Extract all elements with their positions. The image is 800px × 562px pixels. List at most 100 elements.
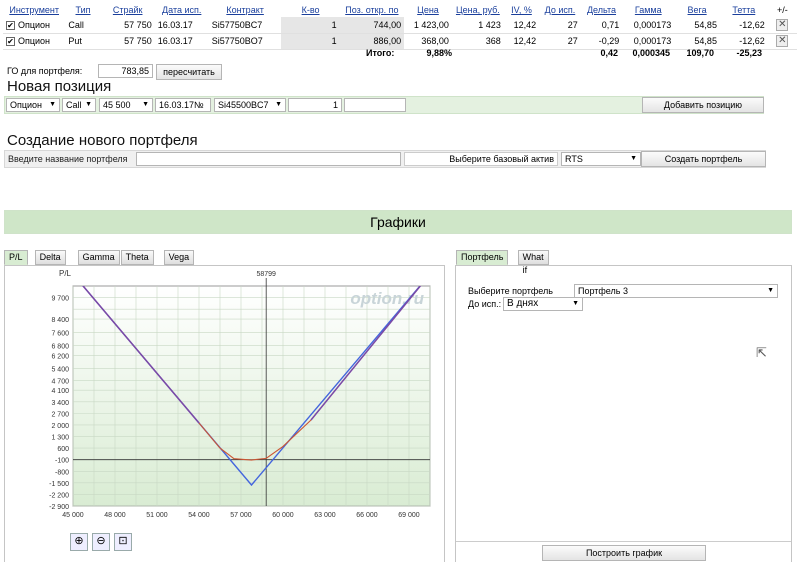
position-gamma: 0,000173 — [622, 33, 675, 50]
chart-tab[interactable]: Delta — [34, 250, 66, 265]
cell-value: 1 423,00 — [413, 19, 449, 30]
chart-tab[interactable]: P/L — [4, 250, 28, 265]
pl-chart: 9 700 8 400 7 600 6 800 6 200 5 400 4 700 4 100… — [49, 269, 431, 519]
new-strike-select[interactable]: 45 500 ▼ — [99, 98, 153, 112]
cell-value: 1 — [331, 36, 337, 46]
base-asset-label: Выберите базовый актив — [404, 152, 558, 166]
position-date: 16.03.17 — [154, 33, 209, 50]
x-tick-label: 57 000 — [230, 512, 252, 519]
y-tick-label: 2 700 — [51, 411, 69, 418]
new-instrument-select[interactable]: Опцион ▼ — [6, 98, 60, 112]
y-tick-label: 5 400 — [51, 367, 69, 374]
side-tab[interactable]: What if — [517, 250, 549, 275]
portfolio-select[interactable]: Портфель 3 ▼ — [574, 284, 778, 298]
y-tick-label: 9 700 — [51, 296, 69, 303]
checkbox[interactable]: ✔ — [6, 37, 15, 47]
cell-value: 1 423 — [478, 19, 501, 30]
expiry-select-value: В днях — [507, 298, 539, 309]
portfolio-name-input[interactable] — [136, 152, 401, 166]
cell-value: Si57750BC7 — [211, 19, 263, 30]
totals-value: 9,88% — [426, 48, 452, 58]
column-header[interactable]: До исп. — [539, 3, 581, 17]
totals-vega: 109,70 — [686, 48, 714, 58]
expiry-label: До исп.: — [468, 299, 502, 309]
current-price-label: 58799 — [256, 271, 276, 278]
cell-value: 0,71 — [601, 19, 620, 30]
column-header[interactable]: Дельта — [580, 3, 623, 17]
x-tick-label: 45 000 — [62, 512, 84, 519]
y-tick-label: 2 000 — [51, 423, 69, 430]
new-qty-field[interactable]: 1 — [288, 98, 342, 112]
chevron-down-icon: ▼ — [49, 101, 56, 108]
recalculate-button[interactable]: пересчитать — [156, 64, 222, 80]
column-header[interactable]: Страйк — [100, 3, 155, 17]
chart-tab[interactable]: Gamma — [77, 250, 120, 265]
y-tick-label: 7 600 — [51, 330, 69, 337]
chevron-down-icon: ▼ — [142, 101, 149, 108]
go-label: ГО для портфеля: — [7, 66, 83, 76]
column-header[interactable]: Тетта — [719, 3, 768, 17]
cell-value: Put — [68, 36, 82, 46]
column-header[interactable]: Гамма — [622, 3, 675, 17]
new-strike-value: 45 500 — [103, 100, 131, 110]
remove-position-icon[interactable]: ✕ — [776, 35, 789, 47]
position-price: 1 423,00 — [404, 17, 452, 34]
expiry-select[interactable]: В днях ▼ — [503, 297, 583, 311]
position-theta: -12,62 — [719, 33, 768, 50]
cell-value: -12,62 — [739, 36, 765, 46]
position-qty: 1 — [281, 33, 340, 50]
remove-cell: ✕ — [767, 17, 797, 34]
column-header[interactable]: К-во — [281, 3, 340, 17]
remove-position-icon[interactable]: ✕ — [776, 18, 789, 31]
position-gamma: 0,000173 — [622, 17, 675, 34]
position-instrument: ✔ Опцион — [3, 33, 66, 50]
remove-cell: ✕ — [767, 33, 797, 50]
column-header[interactable]: Вега — [674, 3, 720, 17]
zoom-in-icon[interactable]: ⊕ — [70, 533, 88, 551]
cell-value: 16.03.17 — [157, 36, 193, 46]
y-tick-label: 4 700 — [51, 378, 69, 385]
y-tick-label: -800 — [55, 469, 69, 476]
checkbox[interactable]: ✔ — [6, 20, 15, 30]
build-chart-button[interactable]: Построить график — [542, 545, 706, 561]
chart-tab[interactable]: Vega — [163, 250, 195, 265]
column-header: +/- — [767, 3, 797, 17]
zoom-out-icon[interactable]: ⊖ — [92, 533, 110, 551]
chevron-down-icon: ▼ — [85, 101, 92, 108]
go-value-field[interactable]: 783,85 — [98, 64, 153, 78]
new-date-select[interactable]: 16.03.17№ — [155, 98, 211, 112]
base-asset-select[interactable]: RTS ▼ — [561, 152, 641, 166]
cell-value: 57 750 — [124, 19, 152, 30]
cell-value: 368 — [485, 36, 501, 46]
x-tick-label: 63 000 — [314, 512, 336, 519]
new-open-price-field[interactable] — [344, 98, 406, 112]
new-contract-select[interactable]: Si45500BC7 ▼ — [214, 98, 286, 112]
x-tick-label: 60 000 — [272, 512, 294, 519]
column-header[interactable]: Инструмент — [3, 3, 66, 17]
new-type-select[interactable]: Call ▼ — [62, 98, 96, 112]
cell-value: 0,000173 — [633, 36, 672, 46]
position-price_rub: 368 — [451, 33, 504, 50]
y-tick-label: -100 — [55, 458, 69, 465]
totals-row: Итого: 9,88% 0,42 0,000345 109,70 -25,23 — [0, 48, 800, 60]
column-header[interactable]: Поз. откр. по — [339, 3, 405, 17]
position-row: ✔ Опцион Put 57 750 16.03.17 Si57750BO7 1 886,0… — [3, 33, 797, 50]
cell-value: 368,00 — [421, 36, 449, 46]
totals-delta: 0,42 — [600, 48, 618, 58]
add-position-button[interactable]: Добавить позицию — [642, 97, 764, 113]
column-header[interactable]: Дата исп. — [154, 3, 209, 17]
create-portfolio-button[interactable]: Создать портфель — [641, 151, 766, 167]
column-header[interactable]: Контракт — [208, 3, 282, 17]
column-header[interactable]: IV, % — [503, 3, 540, 17]
cell-value: -12,62 — [739, 19, 765, 30]
column-header[interactable]: Цена — [404, 3, 452, 17]
zoom-fit-icon[interactable]: ⊡ — [114, 533, 132, 551]
chart-tab[interactable]: Theta — [120, 250, 154, 265]
column-header[interactable]: Цена, руб. — [451, 3, 504, 17]
watermark: option.ru — [350, 289, 424, 308]
y-tick-label: 3 400 — [51, 400, 69, 407]
side-tab[interactable]: Портфель — [456, 250, 509, 265]
mouse-cursor-icon: ⇱ — [756, 345, 767, 360]
position-strike: 57 750 — [100, 17, 155, 34]
column-header[interactable]: Тип — [65, 3, 101, 17]
